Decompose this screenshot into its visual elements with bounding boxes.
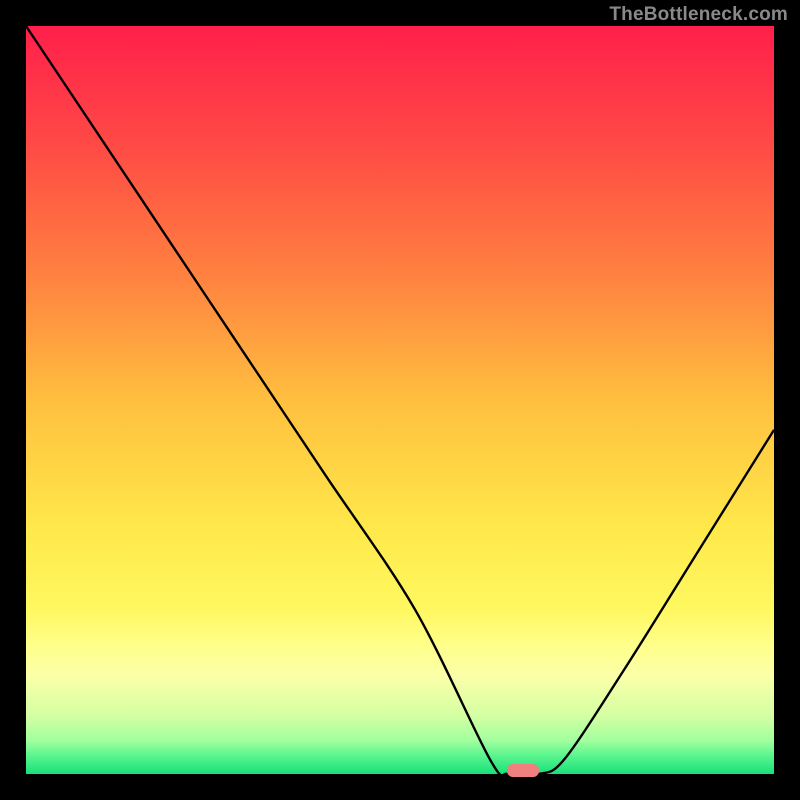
bottleneck-curve [26,26,774,774]
attribution-text: TheBottleneck.com [609,4,788,26]
optimum-marker [507,764,539,777]
bottleneck-chart [26,26,774,774]
